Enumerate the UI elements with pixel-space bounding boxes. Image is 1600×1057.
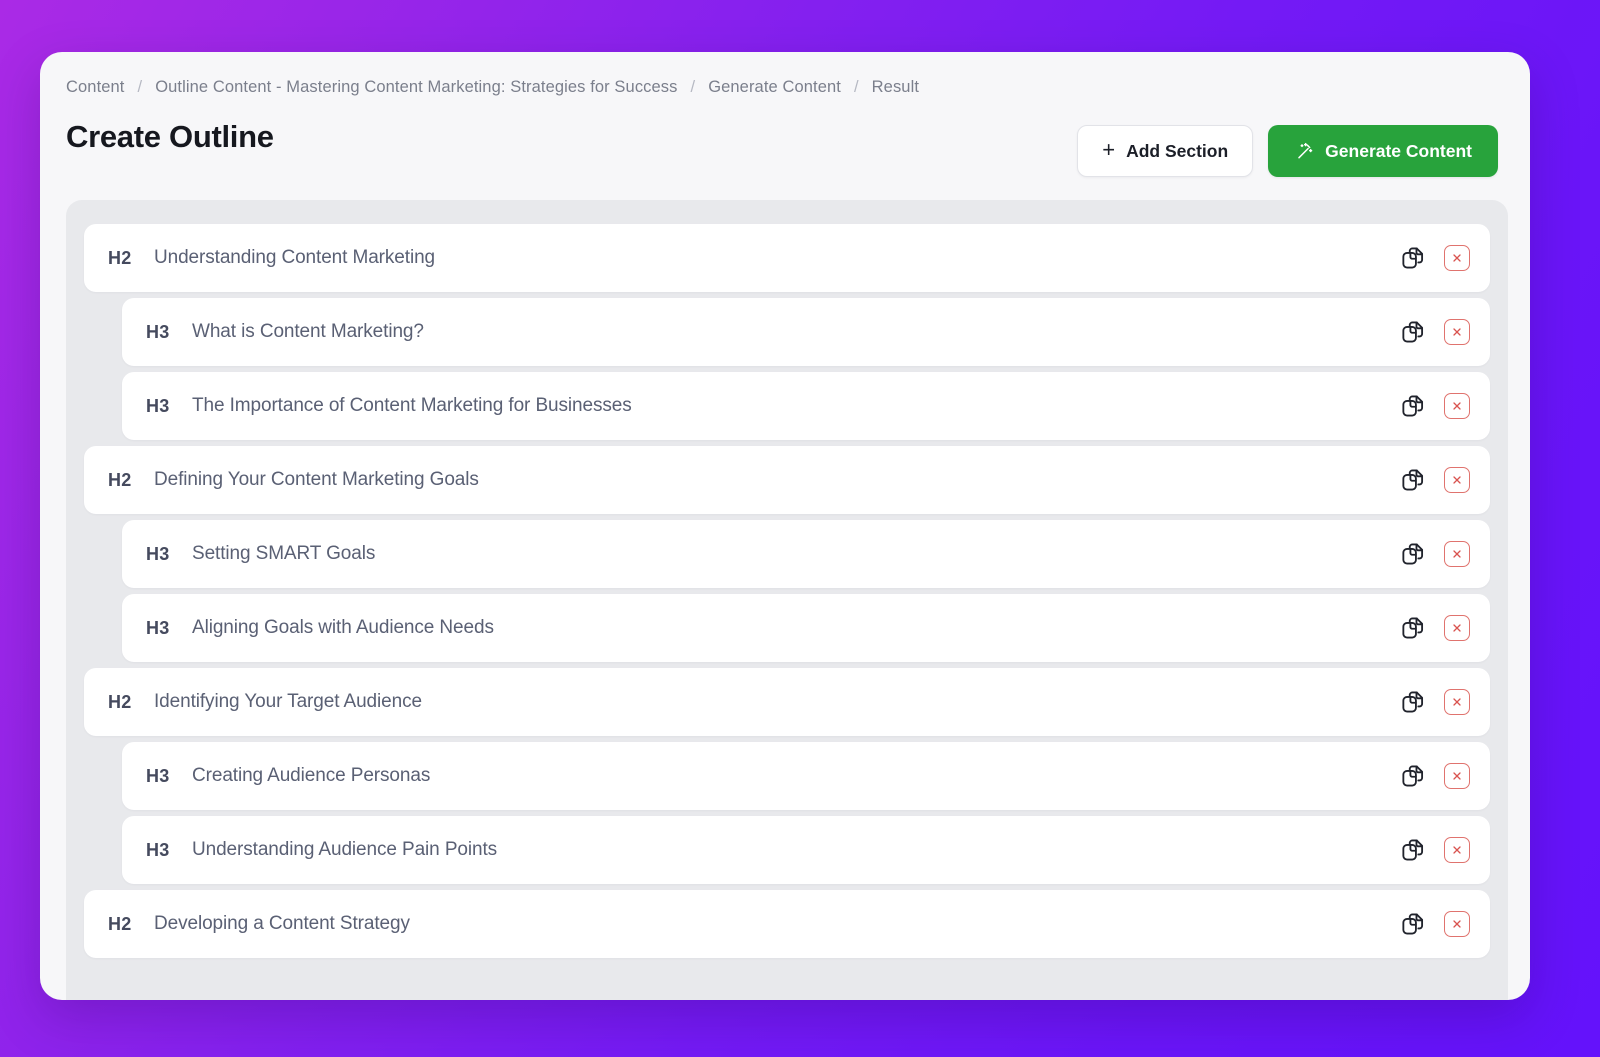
row-actions: [1400, 837, 1474, 863]
row-title-text: Developing a Content Strategy: [154, 913, 410, 934]
duplicate-icon[interactable]: [1400, 393, 1426, 419]
breadcrumb-item-generate-content[interactable]: Generate Content: [708, 78, 841, 97]
row-level-label: H3: [146, 617, 170, 638]
row-actions: [1400, 911, 1474, 937]
breadcrumb: Content / Outline Content - Mastering Co…: [66, 78, 1492, 97]
outline-row[interactable]: H2 Defining Your Content Marketing Goals: [84, 446, 1490, 514]
row-level-label: H3: [146, 839, 170, 860]
close-x-icon[interactable]: [1444, 393, 1470, 419]
breadcrumb-separator: /: [853, 78, 859, 96]
row-title-text: The Importance of Content Marketing for …: [192, 395, 632, 416]
outline-row[interactable]: H3 Understanding Audience Pain Points: [122, 816, 1490, 884]
row-level-label: H2: [108, 913, 132, 934]
outline-list: H2 Understanding Content Marketing H3 What …: [84, 224, 1490, 958]
duplicate-icon[interactable]: [1400, 467, 1426, 493]
row-title-text: Setting SMART Goals: [192, 543, 376, 564]
row-title-text: What is Content Marketing?: [192, 321, 424, 342]
add-section-label: Add Section: [1126, 140, 1229, 161]
breadcrumb-item-content[interactable]: Content: [66, 78, 125, 97]
breadcrumb-separator: /: [137, 78, 143, 96]
breadcrumb-separator: /: [690, 78, 696, 96]
duplicate-icon[interactable]: [1400, 837, 1426, 863]
magic-wand-icon: [1294, 141, 1314, 161]
generate-content-button[interactable]: Generate Content: [1268, 125, 1498, 177]
plus-icon: +: [1102, 137, 1116, 162]
row-actions: [1400, 615, 1474, 641]
duplicate-icon[interactable]: [1400, 615, 1426, 641]
row-level-label: H3: [146, 321, 170, 342]
duplicate-icon[interactable]: [1400, 541, 1426, 567]
outline-row[interactable]: H3 The Importance of Content Marketing fo…: [122, 372, 1490, 440]
row-actions: [1400, 245, 1474, 271]
outline-row[interactable]: H3 Creating Audience Personas: [122, 742, 1490, 810]
outline-row[interactable]: H2 Understanding Content Marketing: [84, 224, 1490, 292]
row-actions: [1400, 763, 1474, 789]
row-level-label: H2: [108, 691, 132, 712]
row-actions: [1400, 541, 1474, 567]
outline-row[interactable]: H2 Identifying Your Target Audience: [84, 668, 1490, 736]
row-level-label: H3: [146, 765, 170, 786]
app-card: Content / Outline Content - Mastering Co…: [40, 52, 1530, 1000]
row-level-label: H3: [146, 395, 170, 416]
outline-row[interactable]: H3 What is Content Marketing?: [122, 298, 1490, 366]
row-actions: [1400, 467, 1474, 493]
row-title-text: Defining Your Content Marketing Goals: [154, 469, 479, 490]
duplicate-icon[interactable]: [1400, 319, 1426, 345]
generate-content-label: Generate Content: [1325, 140, 1472, 161]
outline-row[interactable]: H3 Setting SMART Goals: [122, 520, 1490, 588]
close-x-icon[interactable]: [1444, 837, 1470, 863]
outline-row[interactable]: H2 Developing a Content Strategy: [84, 890, 1490, 958]
row-actions: [1400, 689, 1474, 715]
card-header: Content / Outline Content - Mastering Co…: [40, 52, 1530, 192]
close-x-icon[interactable]: [1444, 319, 1470, 345]
close-x-icon[interactable]: [1444, 615, 1470, 641]
header-actions: + Add Section Generate Content: [1077, 125, 1498, 177]
row-level-label: H2: [108, 469, 132, 490]
close-x-icon[interactable]: [1444, 689, 1470, 715]
outline-row[interactable]: H3 Aligning Goals with Audience Needs: [122, 594, 1490, 662]
row-title-text: Aligning Goals with Audience Needs: [192, 617, 494, 638]
row-level-label: H2: [108, 247, 132, 268]
duplicate-icon[interactable]: [1400, 245, 1426, 271]
breadcrumb-item-result[interactable]: Result: [872, 78, 919, 97]
row-actions: [1400, 393, 1474, 419]
row-level-label: H3: [146, 543, 170, 564]
row-title-text: Identifying Your Target Audience: [154, 691, 422, 712]
add-section-button[interactable]: + Add Section: [1077, 125, 1254, 177]
row-title-text: Understanding Content Marketing: [154, 247, 436, 268]
duplicate-icon[interactable]: [1400, 911, 1426, 937]
duplicate-icon[interactable]: [1400, 689, 1426, 715]
outline-panel: H2 Understanding Content Marketing H3 What …: [66, 200, 1508, 1000]
row-title-text: Creating Audience Personas: [192, 765, 431, 786]
close-x-icon[interactable]: [1444, 911, 1470, 937]
close-x-icon[interactable]: [1444, 245, 1470, 271]
close-x-icon[interactable]: [1444, 467, 1470, 493]
row-title-text: Understanding Audience Pain Points: [192, 839, 498, 860]
close-x-icon[interactable]: [1444, 541, 1470, 567]
row-actions: [1400, 319, 1474, 345]
close-x-icon[interactable]: [1444, 763, 1470, 789]
duplicate-icon[interactable]: [1400, 763, 1426, 789]
breadcrumb-item-outline-content[interactable]: Outline Content - Mastering Content Mark…: [155, 78, 677, 97]
